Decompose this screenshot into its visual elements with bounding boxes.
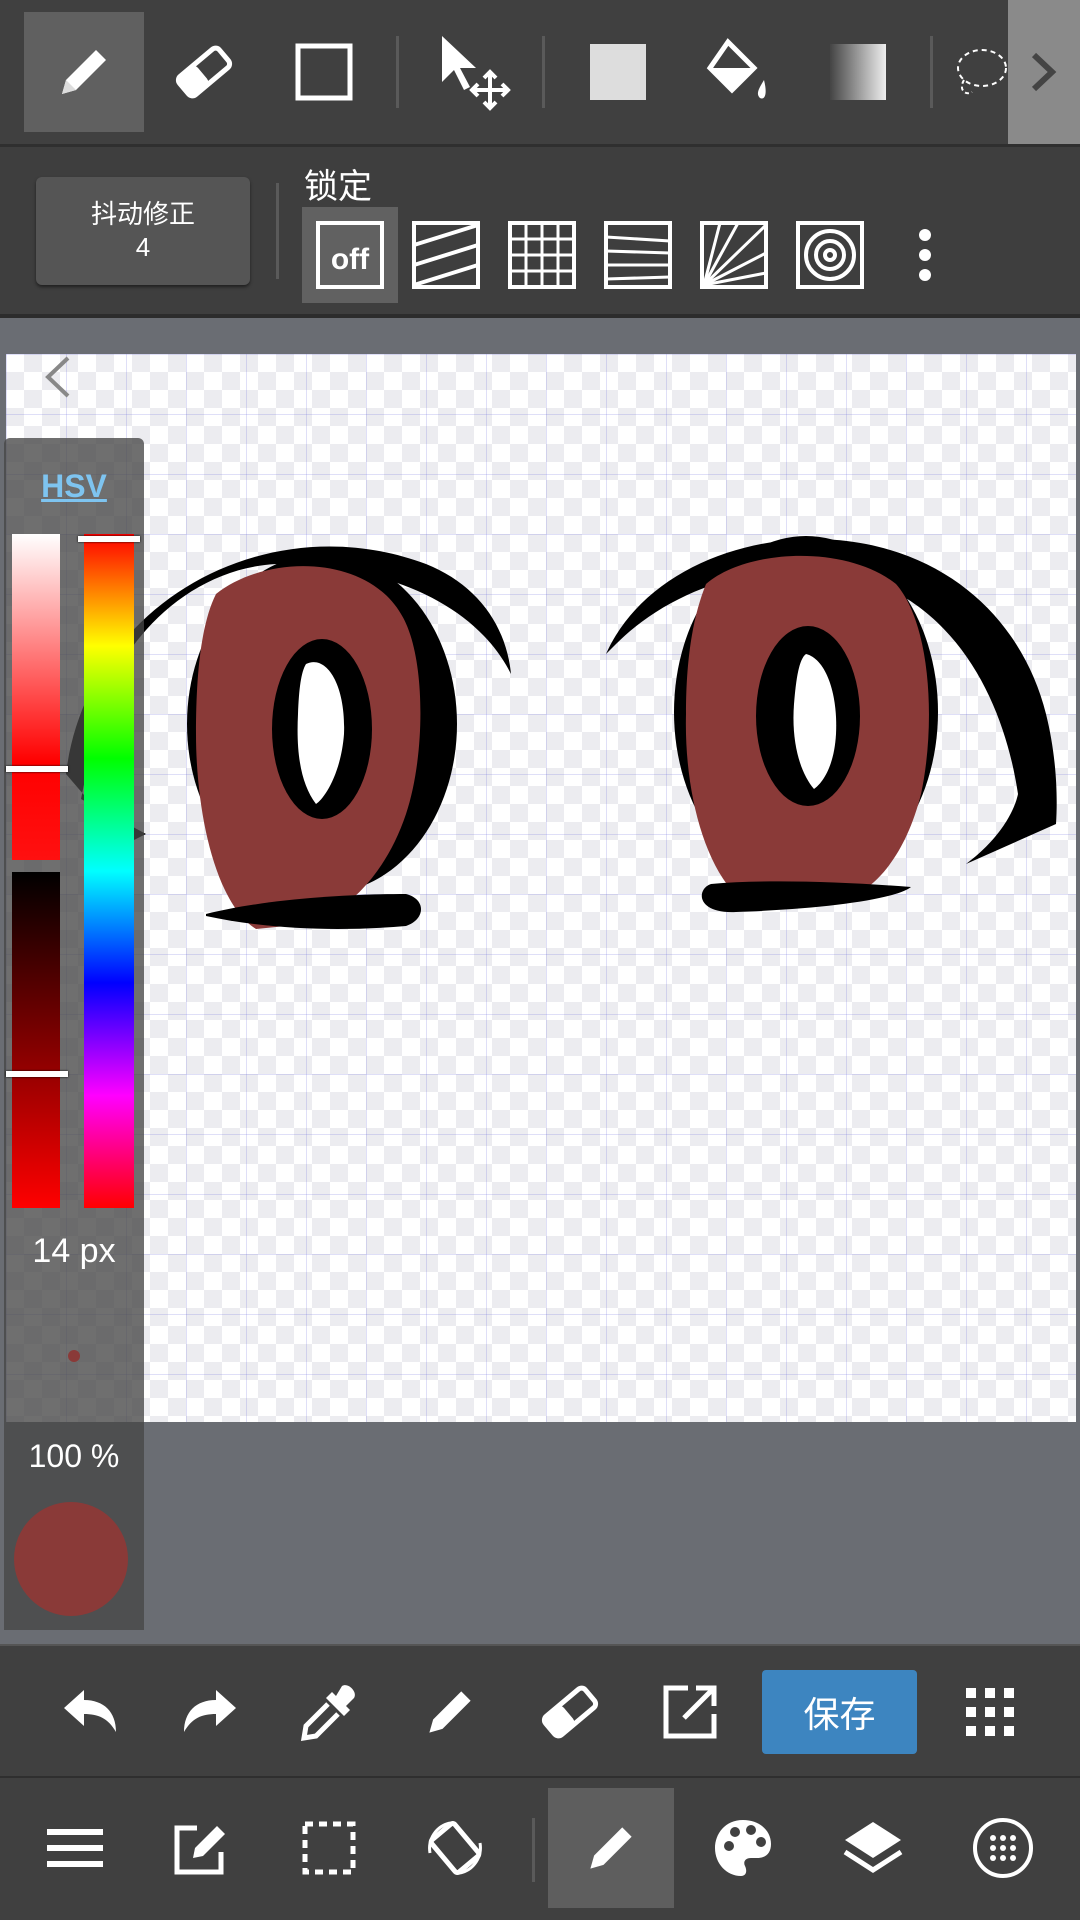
rectangle-icon [295,43,353,101]
undo-icon [64,1690,116,1732]
saturation-slider[interactable] [12,534,60,860]
layers-button[interactable] [810,1788,936,1908]
pen-tool-button[interactable] [24,12,144,132]
off-label: off [331,243,370,276]
brush-button[interactable] [548,1788,674,1908]
rectangle-tool-button[interactable] [264,12,384,132]
guide-toolbar: 抖动修正 4 锁定 off [0,147,1080,318]
layers-icon [843,1822,903,1873]
bucket-tool-button[interactable] [678,12,798,132]
pen-icon [429,1691,471,1733]
menu-button[interactable] [12,1788,138,1908]
canvas-area[interactable] [0,318,1080,1644]
bucket-icon [706,38,766,99]
saturation-handle[interactable] [6,765,68,772]
grid-guide-button[interactable] [494,207,590,303]
chevron-right-icon [1031,52,1057,92]
gradient-tool-button[interactable] [798,12,918,132]
selection-button[interactable] [266,1788,392,1908]
eyedropper-icon [300,1685,355,1742]
opacity-label[interactable]: 100 % [4,1438,144,1475]
palette-icon [715,1820,771,1876]
hue-slider[interactable] [84,534,134,1208]
current-color-swatch[interactable] [14,1502,128,1616]
more-circle-icon [973,1818,1033,1878]
eraser-tool-button[interactable] [144,12,264,132]
lock-label: 锁定 [304,168,372,206]
redo-button[interactable] [160,1662,260,1762]
concentric-guide-button[interactable] [782,207,878,303]
brush-icon [590,1827,632,1869]
move-tool-button[interactable] [414,12,534,132]
undo-button[interactable] [40,1662,140,1762]
edit-button[interactable] [138,1788,264,1908]
hue-handle[interactable] [78,536,140,542]
gradient-icon [830,44,886,100]
edit-icon [174,1825,225,1875]
concentric-guide-icon [796,221,864,289]
eyes-drawing [66,536,1057,929]
expand-toolbar-button[interactable] [1008,0,1080,144]
value-handle[interactable] [6,1070,68,1077]
collapse-panel-button[interactable] [38,352,78,407]
stabilizer-value: 4 [135,232,151,262]
more-menu-button[interactable] [940,1788,1066,1908]
more-guides-button[interactable] [880,207,970,303]
redo-icon [184,1690,236,1732]
save-button[interactable]: 保存 [762,1670,917,1754]
export-icon [663,1685,717,1739]
menu-icon [47,1829,103,1867]
pen-shortcut-button[interactable] [400,1662,500,1762]
bottom-nav-bar [0,1778,1080,1920]
radial-guide-button[interactable] [686,207,782,303]
perspective-guide-button[interactable] [590,207,686,303]
guide-off-button[interactable]: off [302,207,398,303]
parallel-guide-button[interactable] [398,207,494,303]
drawing-canvas[interactable] [6,354,1076,1422]
fill-square-icon [590,44,646,100]
selection-icon [302,1821,356,1875]
rotate-canvas-button[interactable] [392,1788,518,1908]
top-toolbar [0,0,1080,147]
color-mode-toggle[interactable]: HSV [4,468,144,505]
parallel-guide-icon [412,221,480,289]
palette-button[interactable] [680,1788,806,1908]
lasso-tool-button[interactable] [948,12,1008,132]
value-slider[interactable] [12,872,60,1208]
fill-shape-tool-button[interactable] [558,12,678,132]
stabilizer-label: 抖动修正 [90,199,195,229]
action-bar: 保存 [0,1644,1080,1780]
eyedropper-button[interactable] [280,1662,380,1762]
pen-icon [62,50,106,94]
brush-size-label[interactable]: 14 px [4,1232,144,1271]
stabilizer-button[interactable]: 抖动修正 4 [36,177,250,285]
apps-button[interactable] [940,1662,1040,1762]
grid-guide-icon [508,221,576,289]
brush-preview-dot [68,1350,80,1362]
guide-off-icon: off [316,221,384,289]
chevron-left-icon [45,356,70,398]
perspective-guide-icon [604,221,672,289]
grid-dots-icon [966,1688,1014,1736]
color-panel: HSV 14 px 100 % [4,438,144,1630]
rotate-icon [428,1820,482,1876]
eraser-icon [175,45,233,99]
more-vertical-icon [919,229,931,281]
lasso-icon [957,49,1007,95]
export-button[interactable] [640,1662,740,1762]
move-icon [442,36,511,111]
eraser-icon [541,1685,599,1739]
radial-guide-icon [700,221,768,289]
eraser-shortcut-button[interactable] [520,1662,620,1762]
